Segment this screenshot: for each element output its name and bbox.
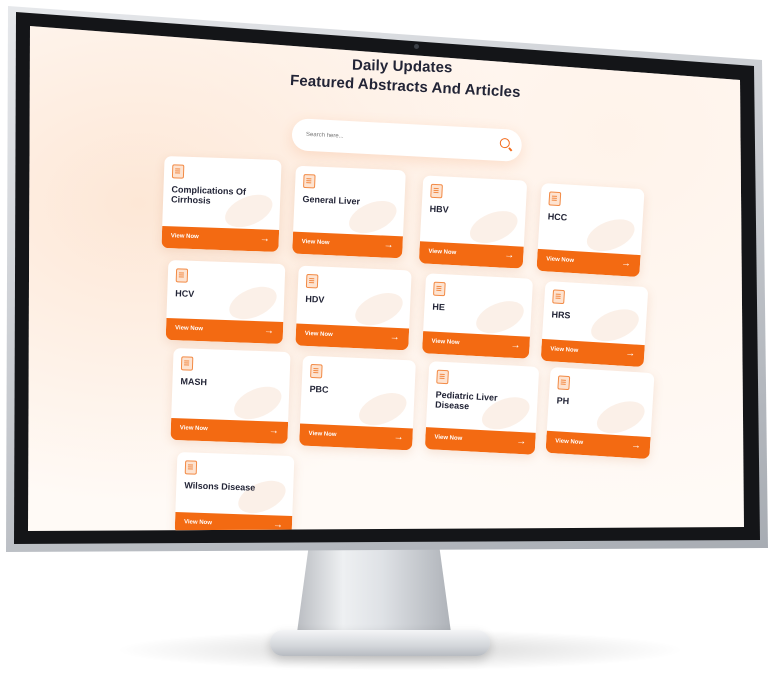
arrow-right-icon: → <box>504 249 515 262</box>
view-now-label: View Now <box>179 425 208 433</box>
screen: Daily Updates Featured Abstracts And Art… <box>28 26 744 531</box>
view-now-button[interactable]: View Now → <box>536 248 641 278</box>
document-icon <box>430 183 443 199</box>
document-icon <box>175 268 189 283</box>
view-now-button[interactable]: View Now → <box>292 231 403 259</box>
view-now-button[interactable]: View Now → <box>421 331 530 359</box>
document-icon <box>171 164 185 179</box>
category-card[interactable]: PBC View Now → <box>299 355 416 451</box>
document-icon <box>436 369 449 385</box>
view-now-button[interactable]: View Now → <box>424 427 536 455</box>
category-card[interactable]: MASH View Now → <box>170 347 291 445</box>
arrow-right-icon: → <box>272 519 284 531</box>
view-now-button[interactable]: View Now → <box>418 241 524 269</box>
card-title: HCV <box>175 288 195 299</box>
category-card[interactable]: HCV View Now → <box>165 259 286 345</box>
document-icon <box>548 191 562 207</box>
card-title: HBV <box>429 203 449 215</box>
card-title: MASH <box>180 376 208 388</box>
view-now-label: View Now <box>174 325 204 333</box>
category-card[interactable]: Wilsons Disease View Now → <box>174 451 295 531</box>
search-bar[interactable] <box>291 118 523 163</box>
view-now-button[interactable]: View Now → <box>165 317 284 345</box>
search-input[interactable] <box>303 126 489 153</box>
arrow-right-icon: → <box>389 331 400 344</box>
document-icon <box>180 356 194 371</box>
category-card[interactable]: HRS View Now → <box>540 280 649 368</box>
arrow-right-icon: → <box>383 239 394 251</box>
view-now-label: View Now <box>434 434 463 443</box>
page-content: Daily Updates Featured Abstracts And Art… <box>28 26 744 531</box>
camera-dot <box>414 44 419 49</box>
category-card[interactable]: General Liver View Now → <box>292 165 406 259</box>
monitor: Daily Updates Featured Abstracts And Art… <box>0 0 769 677</box>
view-now-label: View Now <box>428 248 457 257</box>
category-card[interactable]: PH View Now → <box>545 366 655 460</box>
card-title: General Liver <box>302 193 361 207</box>
card-title: Pediatric Liver Disease <box>434 389 498 412</box>
document-icon <box>303 173 316 189</box>
arrow-right-icon: → <box>393 431 404 444</box>
view-now-label: View Now <box>183 519 213 527</box>
category-card[interactable]: Complications Of Cirrhosis View Now → <box>161 155 282 253</box>
view-now-button[interactable]: View Now → <box>295 323 410 351</box>
view-now-label: View Now <box>301 238 330 247</box>
document-icon <box>305 273 319 289</box>
document-icon <box>433 281 446 297</box>
card-title: PBC <box>309 383 329 395</box>
view-now-label: View Now <box>304 330 333 339</box>
view-now-label: View Now <box>431 338 460 347</box>
card-decoration <box>233 474 291 520</box>
arrow-right-icon: → <box>620 257 632 270</box>
view-now-button[interactable]: View Now → <box>299 423 413 451</box>
monitor-mockup: Daily Updates Featured Abstracts And Art… <box>0 0 769 677</box>
arrow-right-icon: → <box>516 435 527 448</box>
category-card[interactable]: HDV View Now → <box>295 265 412 351</box>
document-icon <box>552 289 566 305</box>
view-now-button[interactable]: View Now → <box>161 225 280 253</box>
document-icon <box>310 363 323 379</box>
card-decoration <box>471 294 529 340</box>
card-title: HCC <box>547 211 568 223</box>
view-now-label: View Now <box>555 438 584 447</box>
view-now-label: View Now <box>308 430 337 439</box>
page-subtitle: Featured Abstracts And Articles <box>289 71 521 102</box>
view-now-button[interactable]: View Now → <box>540 338 645 368</box>
search-icon[interactable] <box>499 137 511 149</box>
arrow-right-icon: → <box>259 233 270 245</box>
card-title: PH <box>556 395 570 407</box>
card-title: Complications Of Cirrhosis <box>170 184 247 206</box>
view-now-button[interactable]: View Now → <box>545 430 651 460</box>
arrow-right-icon: → <box>268 425 279 437</box>
arrow-right-icon: → <box>510 339 521 352</box>
card-decoration <box>224 280 282 326</box>
page-title: Daily Updates <box>351 56 453 77</box>
document-icon <box>184 460 198 475</box>
card-decoration <box>350 286 408 332</box>
arrow-right-icon: → <box>624 347 636 360</box>
view-now-button[interactable]: View Now → <box>170 417 289 445</box>
card-decoration <box>586 303 644 348</box>
category-card[interactable]: HCC View Now → <box>536 182 645 278</box>
view-now-label: View Now <box>550 346 579 355</box>
view-now-label: View Now <box>545 256 575 265</box>
arrow-right-icon: → <box>630 439 642 452</box>
category-card[interactable]: HE View Now → <box>421 273 534 359</box>
view-now-label: View Now <box>170 233 199 241</box>
card-title: Wilsons Disease <box>184 480 256 493</box>
category-card[interactable]: Pediatric Liver Disease View Now → <box>424 361 540 455</box>
document-icon <box>557 375 571 391</box>
category-card[interactable]: HBV View Now → <box>418 175 528 269</box>
arrow-right-icon: → <box>263 325 275 337</box>
